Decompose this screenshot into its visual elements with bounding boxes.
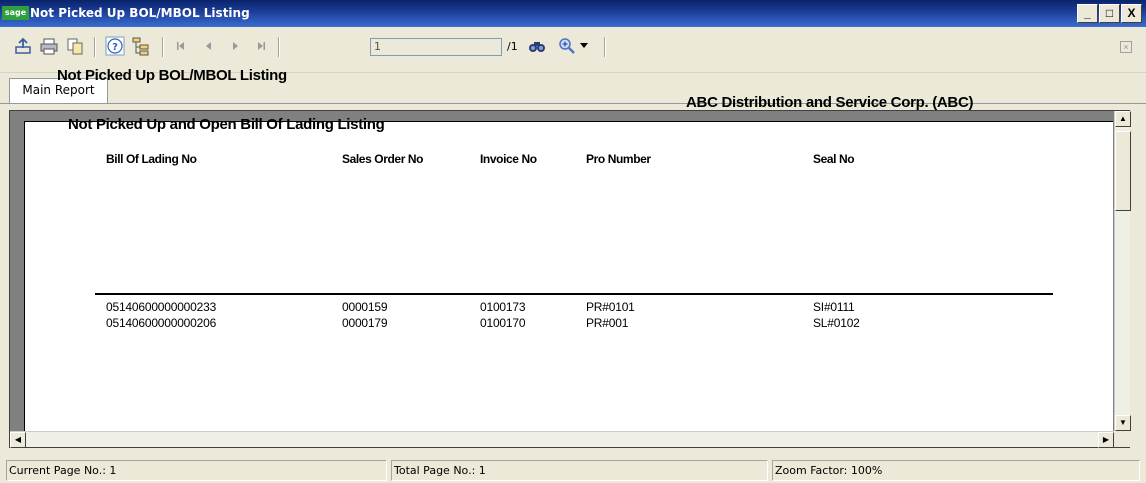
table-cell: PR#001 (586, 316, 629, 330)
svg-text:?: ? (112, 42, 118, 53)
vertical-scroll-thumb[interactable] (1115, 131, 1131, 211)
header-rule (95, 293, 1053, 295)
search-icon[interactable] (526, 35, 548, 57)
previous-page-icon[interactable] (198, 35, 220, 57)
tab-divider (0, 103, 1146, 104)
group-tree-icon[interactable] (130, 35, 152, 57)
column-header-bol: Bill Of Lading No (106, 152, 197, 166)
scroll-down-icon[interactable]: ▼ (1115, 415, 1131, 431)
report-page (24, 121, 1113, 435)
table-cell: 0000159 (342, 300, 388, 314)
close-report-icon[interactable]: × (1120, 41, 1132, 53)
table-cell: 05140600000000206 (106, 316, 217, 330)
first-page-icon[interactable] (170, 35, 192, 57)
report-subtitle: Not Picked Up and Open Bill Of Lading Li… (68, 116, 385, 133)
column-header-invoice: Invoice No (480, 152, 537, 166)
table-cell: 0100170 (480, 316, 526, 330)
next-page-icon[interactable] (224, 35, 246, 57)
vertical-scrollbar[interactable]: ▲ ▼ (1114, 111, 1131, 431)
status-bar: Current Page No.: 1 Total Page No.: 1 Zo… (0, 458, 1146, 483)
sage-logo: sage (2, 6, 29, 20)
minimize-button[interactable]: _ (1077, 4, 1098, 23)
window-title: Not Picked Up BOL/MBOL Listing (30, 6, 250, 20)
zoom-status: Zoom Factor: 100% (772, 460, 1140, 481)
scroll-up-icon[interactable]: ▲ (1115, 111, 1131, 127)
column-header-pro-number: Pro Number (586, 152, 651, 166)
table-cell: 0100173 (480, 300, 526, 314)
scroll-left-icon[interactable]: ◀ (10, 432, 26, 448)
export-icon[interactable] (12, 35, 34, 57)
help-icon[interactable]: ? (104, 35, 126, 57)
zoom-icon[interactable] (556, 35, 578, 57)
page-total-label: /1 (507, 40, 518, 53)
current-page-status: Current Page No.: 1 (6, 460, 387, 481)
zoom-dropdown-icon[interactable] (578, 35, 590, 57)
table-cell: SL#0102 (813, 316, 860, 330)
scroll-right-icon[interactable]: ▶ (1098, 432, 1114, 448)
table-cell: 05140600000000233 (106, 300, 217, 314)
horizontal-scrollbar[interactable]: ◀ ▶ (10, 431, 1114, 448)
table-cell: SI#0111 (813, 300, 855, 314)
company-name: ABC Distribution and Service Corp. (ABC) (686, 94, 974, 111)
scroll-corner (1114, 431, 1130, 447)
column-header-seal-no: Seal No (813, 152, 855, 166)
table-cell: PR#0101 (586, 300, 635, 314)
copy-icon[interactable] (64, 35, 86, 57)
title-bar: sage Not Picked Up BOL/MBOL Listing _ □ … (0, 0, 1146, 27)
table-cell: 0000179 (342, 316, 388, 330)
total-page-status: Total Page No.: 1 (391, 460, 768, 481)
last-page-icon[interactable] (250, 35, 272, 57)
report-title: Not Picked Up BOL/MBOL Listing (57, 67, 287, 84)
column-header-sales-order: Sales Order No (342, 152, 424, 166)
print-icon[interactable] (38, 35, 60, 57)
maximize-button[interactable]: □ (1099, 4, 1120, 23)
page-number-input[interactable]: 1 (370, 38, 502, 56)
close-button[interactable]: X (1121, 4, 1142, 23)
